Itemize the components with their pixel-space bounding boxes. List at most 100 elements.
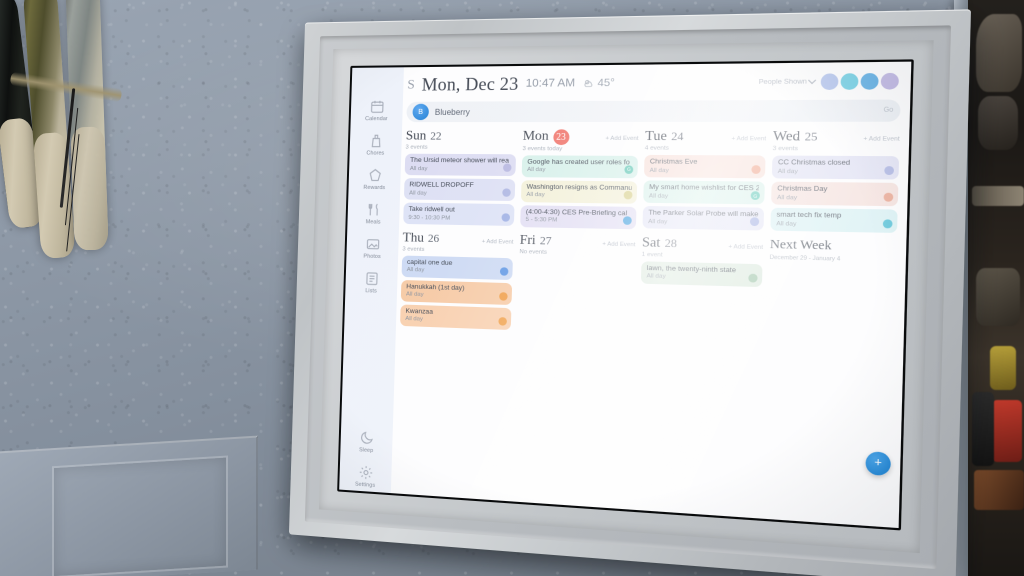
sidebar-item-meals[interactable]: Meals — [348, 197, 399, 229]
event-card[interactable]: Christmas Day All day — [771, 181, 899, 207]
sidebar-label: Meals — [365, 219, 381, 226]
sun-cloud-icon — [582, 77, 594, 89]
event-card[interactable]: smart tech fix temp All day — [770, 207, 898, 233]
avatar[interactable] — [840, 72, 859, 90]
day-column-sat: Sat 28 + Add Event 1 event lawn, the twe… — [639, 233, 763, 339]
day-event-count: 3 events today — [522, 145, 563, 152]
calendar-icon — [369, 99, 384, 114]
event-list: capital one due All day Hanukkah (1st da… — [400, 255, 513, 330]
sidebar-label: Chores — [366, 150, 385, 157]
event-card[interactable]: The Parker Solar Probe will make All day — [642, 205, 765, 231]
event-time: All day — [526, 191, 545, 199]
event-badge — [623, 190, 633, 199]
event-card[interactable]: The Ursid meteor shower will rea All day — [404, 153, 517, 177]
day-header: Tue 24 + Add Event — [645, 127, 766, 144]
add-event-button[interactable]: + Add Event — [482, 238, 514, 245]
event-title: RIDWELL DROPOFF — [409, 181, 474, 190]
chevron-down-icon — [808, 75, 817, 84]
main-content: S Mon, Dec 23 10:47 AM 45° People Shown … — [390, 61, 912, 529]
event-title: Google has created user roles fo — [527, 157, 630, 166]
add-event-button[interactable]: + Add Event — [728, 243, 763, 250]
event-time: All day — [777, 168, 798, 175]
banner-action[interactable]: Go — [884, 107, 894, 114]
avatar[interactable] — [880, 72, 900, 90]
event-time: 5 - 5:30 PM — [525, 216, 558, 224]
day-header: Sun 22 — [406, 127, 517, 144]
sidebar-label: Rewards — [363, 184, 386, 192]
avatar[interactable] — [820, 72, 839, 90]
wall-cabinet — [0, 435, 258, 576]
day-header: Wed 25 + Add Event — [773, 127, 900, 145]
add-event-button[interactable]: + Add Event — [602, 241, 635, 248]
day-column-wed: Wed 25 + Add Event 3 events CC Christmas… — [770, 127, 900, 233]
event-time: All day — [409, 165, 428, 172]
event-list: Christmas Eve All day My smart home wish… — [642, 154, 766, 231]
shelf-object — [974, 470, 1024, 510]
sidebar-item-calendar[interactable]: Calendar — [352, 94, 403, 126]
sidebar-item-rewards[interactable]: Rewards — [349, 162, 400, 194]
event-card[interactable]: Take ridwell out 9:30 - 10:30 PM — [403, 202, 515, 226]
event-time: All day — [406, 266, 425, 274]
people-shown-dropdown[interactable]: People Shown — [759, 75, 817, 86]
event-list — [519, 258, 635, 261]
event-card[interactable]: RIDWELL DROPOFF All day — [403, 178, 516, 202]
event-card[interactable]: CC Christmas closed All day — [771, 155, 900, 180]
cabinet-panel-inset — [52, 455, 228, 576]
sidebar-item-settings[interactable]: Settings — [340, 458, 391, 493]
clock: 10:47 AM — [525, 76, 576, 90]
add-event-button[interactable]: + Add Event — [731, 136, 766, 143]
top-bar: S Mon, Dec 23 10:47 AM 45° People Shown — [403, 62, 911, 102]
sidebar-item-lists[interactable]: Lists — [346, 265, 397, 298]
day-number-today: 23 — [552, 128, 570, 145]
shelf-object — [990, 346, 1016, 390]
event-card[interactable]: My smart home wishlist for CES 2 All day… — [643, 180, 765, 205]
day-header: Sat 28 + Add Event — [642, 233, 764, 253]
day-column-tue: Tue 24 + Add Event 4 events Christmas Ev… — [642, 127, 766, 231]
page-title: Mon, Dec 23 — [421, 72, 519, 95]
event-title: Take ridwell out — [408, 205, 455, 214]
event-card[interactable]: capital one due All day — [401, 255, 513, 280]
day-event-count: 1 event — [641, 251, 663, 259]
profile-banner[interactable]: B Blueberry Go — [406, 99, 901, 123]
lists-icon — [364, 271, 379, 287]
event-card[interactable]: Hanukkah (1st day) All day — [400, 279, 513, 305]
shelf-object — [992, 400, 1022, 462]
event-card[interactable]: Christmas Eve All day — [643, 154, 766, 179]
add-event-fab[interactable]: + — [865, 451, 892, 477]
room-scene: Calendar Chores Rewards Meals Photos Lis… — [0, 0, 1024, 576]
settings-icon — [358, 464, 373, 480]
screen-bezel: Calendar Chores Rewards Meals Photos Lis… — [337, 59, 914, 531]
weather-widget[interactable]: 45° — [582, 77, 615, 90]
add-event-button[interactable]: + Add Event — [863, 136, 899, 143]
sidebar-item-sleep[interactable]: Sleep — [341, 424, 392, 458]
day-number: 24 — [671, 130, 684, 144]
event-time: 9:30 - 10:30 PM — [408, 214, 451, 222]
shelf-object — [972, 186, 1024, 206]
next-week-range: December 29 - January 4 — [769, 254, 841, 263]
event-title: Washington resigns as Commanu — [526, 182, 632, 192]
day-event-count: 3 events — [772, 145, 798, 153]
event-card[interactable]: Washington resigns as Commanu All day — [520, 179, 638, 204]
event-time: All day — [648, 192, 669, 200]
day-column-mon: Mon 23 + Add Event 3 events today Google… — [520, 127, 639, 229]
next-week-column[interactable]: Next Week December 29 - January 4 — [767, 236, 897, 344]
smart-display-frame: Calendar Chores Rewards Meals Photos Lis… — [288, 9, 972, 576]
avatar[interactable] — [860, 72, 879, 90]
rewards-icon — [367, 168, 382, 183]
event-card[interactable]: Google has created user roles fo All day… — [521, 154, 638, 178]
shelf-object — [978, 96, 1018, 150]
sidebar-item-chores[interactable]: Chores — [350, 128, 401, 160]
event-time: All day — [409, 189, 427, 197]
event-title: Christmas Eve — [649, 158, 698, 166]
tube-cork-2 — [32, 131, 76, 259]
event-card[interactable]: Kwanzaa All day — [400, 303, 512, 330]
calendar-grid: Sun 22 3 events The Ursid meteor shower … — [396, 122, 910, 344]
event-card[interactable]: lawn, the twenty-ninth state All day — [640, 260, 763, 287]
event-time: All day — [649, 167, 669, 174]
day-header: Mon 23 + Add Event — [523, 127, 639, 145]
add-event-button[interactable]: + Add Event — [605, 136, 638, 142]
day-name: Fri — [519, 230, 536, 247]
event-card[interactable]: (4:00-4:30) CES Pre-Briefing cal 5 - 5:3… — [520, 204, 637, 229]
sidebar-item-photos[interactable]: Photos — [347, 231, 398, 264]
